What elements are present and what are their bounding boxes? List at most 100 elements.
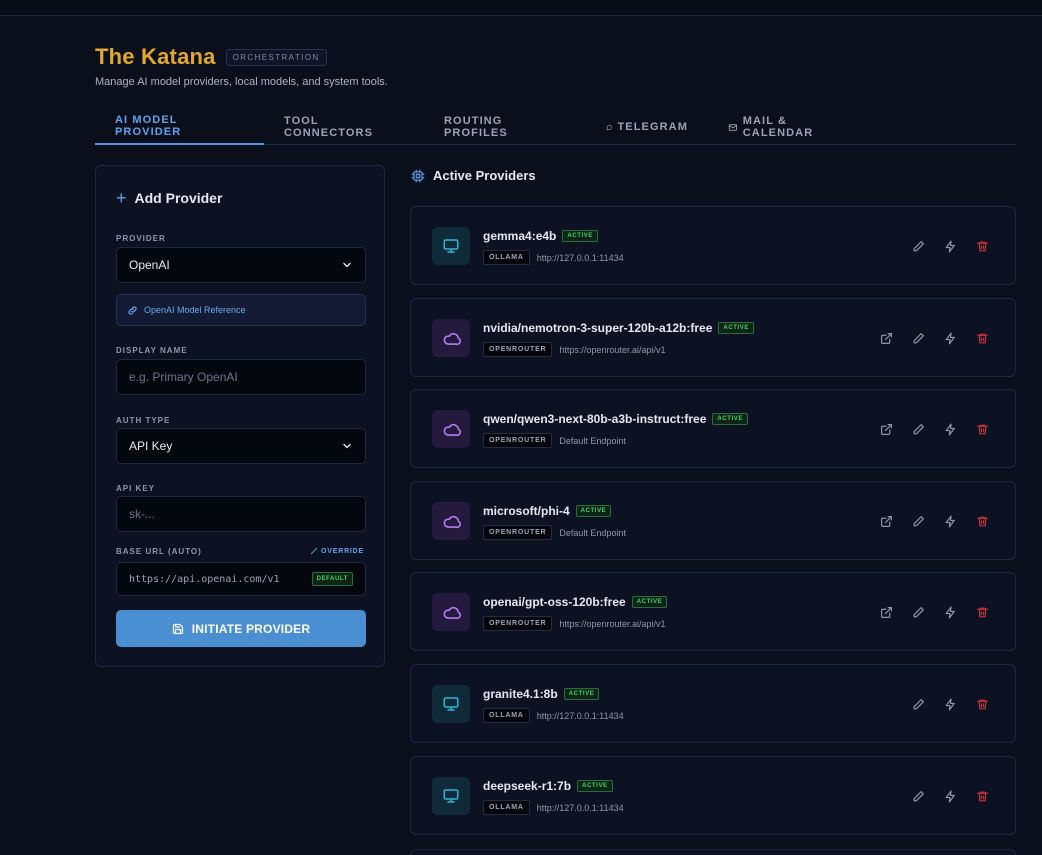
section-badge: ORCHESTRATION	[225, 48, 327, 66]
open-external-button[interactable]	[877, 512, 895, 530]
provider-meta-row: OPENROUTER https://openrouter.ai/api/v1	[483, 616, 665, 631]
provider-name: openai/gpt-oss-120b:free	[483, 595, 626, 609]
provider-name: deepseek-r1:7b	[483, 779, 572, 793]
provider-type-badge: OPENROUTER	[483, 433, 553, 448]
auth-type-select[interactable]: API Key	[116, 428, 366, 464]
delete-provider-button[interactable]	[973, 329, 991, 347]
edit-icon	[913, 698, 924, 709]
provider-meta-row: OLLAMA http://127.0.0.1:11434	[483, 708, 624, 723]
model-reference-link[interactable]: OpenAI Model Reference	[116, 294, 366, 326]
tab-label: TELEGRAM	[617, 121, 688, 133]
edit-provider-button[interactable]	[909, 420, 927, 438]
provider-card: deepseek-r1:7b ACTIVE OLLAMA http://127.0.0…	[410, 756, 1016, 835]
tab-label: AI MODEL PROVIDER	[115, 114, 182, 138]
provider-actions	[863, 603, 991, 621]
delete-provider-button[interactable]	[973, 237, 991, 255]
edit-provider-button[interactable]	[909, 237, 927, 255]
external-link-icon	[880, 423, 892, 435]
add-provider-panel: + Add Provider PROVIDER OpenAI OpenAI Mo…	[95, 165, 385, 667]
monitor-icon	[443, 789, 459, 803]
provider-card: openai/gpt-oss-120b:free ACTIVE OPENROUTER…	[410, 572, 1016, 651]
lightning-icon	[945, 422, 955, 436]
display-name-input[interactable]: e.g. Primary OpenAI	[116, 359, 366, 395]
external-link-icon	[880, 606, 892, 618]
edit-provider-button[interactable]	[909, 329, 927, 347]
delete-provider-button[interactable]	[973, 420, 991, 438]
provider-card: microsoft/phi-4 ACTIVE OPENROUTER Default E…	[410, 481, 1016, 560]
test-provider-button[interactable]	[941, 603, 959, 621]
tab-ai-model-provider[interactable]: AI MODEL PROVIDER	[95, 109, 264, 145]
delete-provider-button[interactable]	[973, 695, 991, 713]
base-url-input[interactable]: https://api.openai.com/v1 DEFAULT	[116, 562, 366, 596]
override-button[interactable]: OVERRIDE	[310, 547, 364, 555]
status-badge: ACTIVE	[575, 505, 612, 517]
provider-card: granite4.1:8b ACTIVE OLLAMA http://127.0.0.…	[410, 664, 1016, 743]
status-badge: ACTIVE	[563, 688, 600, 700]
provider-type-icon	[432, 685, 470, 723]
active-providers-title: Active Providers	[433, 168, 536, 183]
override-label: OVERRIDE	[321, 547, 364, 555]
lightning-icon	[945, 239, 955, 253]
edit-provider-button[interactable]	[909, 787, 927, 805]
lightning-icon	[945, 789, 955, 803]
delete-provider-button[interactable]	[973, 603, 991, 621]
test-provider-button[interactable]	[941, 237, 959, 255]
pencil-icon	[310, 547, 318, 555]
mail-icon	[728, 123, 737, 131]
provider-type-icon	[432, 227, 470, 265]
provider-select[interactable]: OpenAI	[116, 247, 366, 283]
link-icon	[128, 305, 137, 315]
display-name-label: DISPLAY NAME	[116, 346, 188, 355]
edit-icon	[913, 332, 924, 343]
delete-provider-button[interactable]	[973, 512, 991, 530]
open-external-button[interactable]	[877, 420, 895, 438]
tab-mail-calendar[interactable]: MAIL & CALENDAR	[708, 109, 868, 145]
provider-name-row: qwen/qwen3-next-80b-a3b-instruct:free ACT…	[483, 412, 748, 426]
provider-type-badge: OLLAMA	[483, 250, 530, 265]
test-provider-button[interactable]	[941, 695, 959, 713]
cpu-chip-icon	[411, 169, 425, 182]
test-provider-button[interactable]	[941, 420, 959, 438]
trash-icon	[976, 791, 988, 801]
edit-icon	[913, 790, 924, 801]
test-provider-button[interactable]	[941, 329, 959, 347]
initiate-provider-button[interactable]: INITIATE PROVIDER	[116, 610, 366, 647]
page-subtitle: Manage AI model providers, local models,…	[95, 76, 388, 88]
save-icon	[172, 623, 183, 634]
tab-routing-profiles[interactable]: ROUTING PROFILES	[424, 109, 586, 145]
edit-provider-button[interactable]	[909, 695, 927, 713]
provider-name: qwen/qwen3-next-80b-a3b-instruct:free	[483, 412, 707, 426]
provider-name-row: deepseek-r1:7b ACTIVE	[483, 779, 613, 793]
base-url-label: BASE URL (AUTO)	[116, 547, 202, 556]
chevron-down-icon	[343, 262, 351, 268]
tab-tool-connectors[interactable]: TOOL CONNECTORS	[264, 109, 424, 145]
provider-type-badge: OLLAMA	[483, 800, 530, 815]
open-external-button[interactable]	[877, 603, 895, 621]
monitor-icon	[443, 239, 459, 253]
tab-telegram[interactable]: TELEGRAM	[586, 109, 708, 145]
provider-type-icon	[432, 502, 470, 540]
provider-label: PROVIDER	[116, 234, 166, 243]
add-provider-title: Add Provider	[134, 190, 223, 206]
open-external-button[interactable]	[877, 329, 895, 347]
plus-icon: +	[116, 188, 127, 208]
provider-actions	[863, 420, 991, 438]
api-key-input[interactable]: sk-...	[116, 496, 366, 532]
test-provider-button[interactable]	[941, 787, 959, 805]
lightning-icon	[945, 605, 955, 619]
test-provider-button[interactable]	[941, 512, 959, 530]
edit-provider-button[interactable]	[909, 512, 927, 530]
provider-name-row: granite4.1:8b ACTIVE	[483, 687, 600, 701]
provider-name: granite4.1:8b	[483, 687, 558, 701]
trash-icon	[976, 607, 988, 617]
cloud-icon	[443, 332, 461, 345]
edit-provider-button[interactable]	[909, 603, 927, 621]
cloud-icon	[443, 423, 461, 436]
cloud-icon	[443, 606, 461, 619]
page-title: The Katana	[95, 44, 216, 69]
cloud-icon	[443, 515, 461, 528]
provider-type-icon	[432, 593, 470, 631]
provider-name-row: openai/gpt-oss-120b:free ACTIVE	[483, 595, 668, 609]
delete-provider-button[interactable]	[973, 787, 991, 805]
trash-icon	[976, 699, 988, 709]
